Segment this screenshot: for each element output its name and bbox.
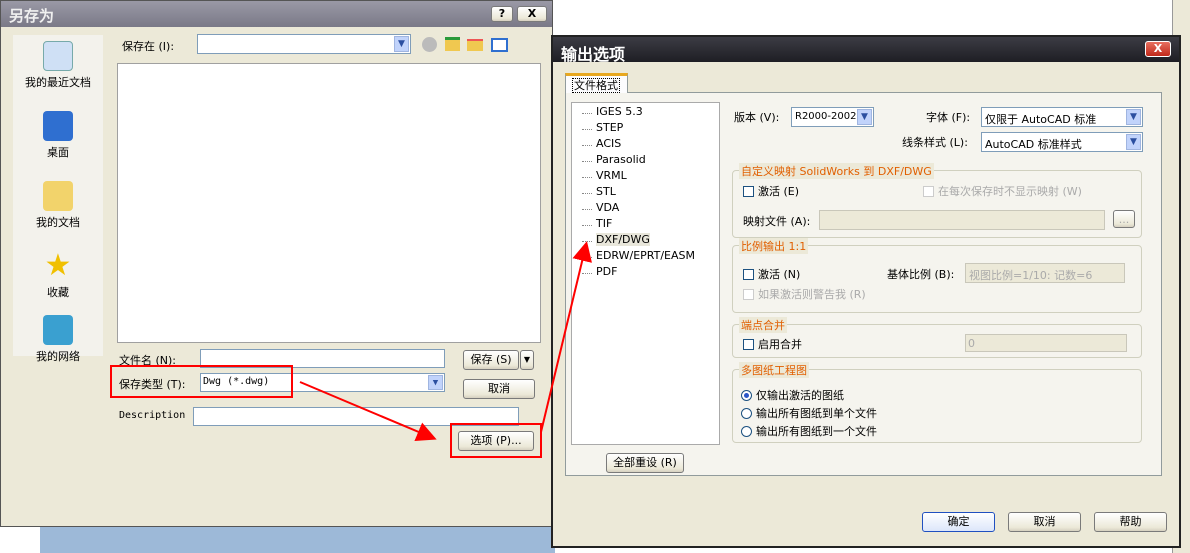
mapping-file-label: 映射文件 (A):: [743, 215, 811, 228]
cancel-button[interactable]: 取消: [1008, 512, 1081, 532]
reset-all-button[interactable]: 全部重设 (R): [606, 453, 684, 473]
scale-group: 比例输出 1:1 激活 (N) 基体比例 (B): 视图比例=1/10: 记数=…: [732, 238, 1142, 313]
help-button[interactable]: ?: [491, 6, 513, 22]
chevron-down-icon: ▼: [1126, 109, 1141, 125]
back-icon[interactable]: [422, 37, 437, 52]
title-bar: 另存为: [1, 1, 552, 27]
place-favorites[interactable]: ★ 收藏: [13, 251, 103, 300]
filetype-select[interactable]: Dwg (*.dwg) ▼: [200, 373, 445, 392]
font-select[interactable]: 仅限于 AutoCAD 标准 ▼: [981, 107, 1143, 127]
save-button[interactable]: 保存 (S): [463, 350, 519, 370]
group-label: 多图纸工程图: [739, 362, 809, 378]
recent-docs-icon: [43, 41, 73, 71]
save-in-label: 保存在 (I):: [122, 40, 175, 53]
group-label: 比例输出 1:1: [739, 238, 809, 254]
save-dropdown-button[interactable]: ▼: [520, 350, 534, 370]
merge-group: 端点合并 启用合并 0: [732, 317, 1142, 358]
chevron-down-icon: ▼: [1126, 134, 1141, 150]
linestyle-select[interactable]: AutoCAD 标准样式 ▼: [981, 132, 1143, 152]
close-button[interactable]: X: [517, 6, 547, 22]
description-label: Description: [119, 410, 186, 421]
close-button[interactable]: X: [1145, 41, 1171, 57]
format-tree-item[interactable]: Parasolid: [572, 153, 719, 169]
multi-option-radio[interactable]: 输出所有图纸到一个文件: [741, 423, 877, 439]
cancel-button[interactable]: 取消: [463, 379, 535, 399]
tab-file-format[interactable]: 文件格式: [565, 73, 628, 93]
save-in-select[interactable]: ▼: [197, 34, 411, 54]
mapping-group: 自定义映射 SolidWorks 到 DXF/DWG 激活 (E) 在每次保存时…: [732, 163, 1142, 238]
mapping-file-select[interactable]: [819, 210, 1105, 230]
browse-button[interactable]: ...: [1113, 210, 1135, 228]
file-list[interactable]: [117, 63, 541, 343]
format-tree-item[interactable]: DXF/DWG: [572, 233, 719, 249]
description-input[interactable]: [193, 407, 519, 426]
place-recent[interactable]: 我的最近文档: [13, 41, 103, 90]
scale-warn-checkbox[interactable]: 如果激活则警告我 (R): [743, 286, 866, 302]
group-label: 端点合并: [739, 317, 787, 333]
base-scale-label: 基体比例 (B):: [887, 268, 955, 281]
merge-tolerance-input[interactable]: 0: [965, 334, 1127, 352]
multi-option-radio[interactable]: 仅输出激活的图纸: [741, 387, 844, 403]
places-bar: 我的最近文档 桌面 我的文档 ★ 收藏 我的网络: [13, 35, 103, 363]
place-my-documents[interactable]: 我的文档: [13, 181, 103, 230]
save-as-dialog: 另存为 ? X 我的最近文档 桌面 我的文档 ★ 收藏 我的网络 保存在 (I):…: [0, 0, 553, 527]
my-documents-icon: [43, 181, 73, 211]
options-button[interactable]: 选项 (P)...: [458, 431, 534, 451]
filename-input[interactable]: [200, 349, 445, 368]
font-label: 字体 (F):: [926, 111, 971, 124]
title-bar: 输出选项: [553, 37, 1179, 64]
background-canvas: [40, 527, 555, 553]
favorites-icon: ★: [44, 248, 72, 283]
format-tree-item[interactable]: PDF: [572, 265, 719, 281]
format-tree-item[interactable]: VDA: [572, 201, 719, 217]
new-folder-icon[interactable]: [467, 39, 483, 51]
filename-label: 文件名 (N):: [119, 354, 177, 367]
format-tree-item[interactable]: TIF: [572, 217, 719, 233]
merge-enable-checkbox[interactable]: 启用合并: [743, 336, 802, 352]
mapping-activate-checkbox[interactable]: 激活 (E): [743, 183, 799, 199]
up-folder-icon[interactable]: [445, 37, 460, 51]
format-tree-item[interactable]: VRML: [572, 169, 719, 185]
filetype-label: 保存类型 (T):: [119, 378, 186, 391]
tab-panel: IGES 5.3 STEP ACIS Parasolid VRML STL VDA TIF DX…: [565, 92, 1162, 476]
chevron-down-icon: ▼: [428, 375, 443, 390]
chevron-down-icon: ▼: [857, 109, 872, 125]
scale-activate-checkbox[interactable]: 激活 (N): [743, 266, 800, 282]
multi-sheet-group: 多图纸工程图 仅输出激活的图纸 输出所有图纸到单个文件 输出所有图纸到一个文件: [732, 362, 1142, 443]
group-label: 自定义映射 SolidWorks 到 DXF/DWG: [739, 163, 934, 179]
dialog-title: 输出选项: [561, 45, 626, 64]
format-tree-item[interactable]: ACIS: [572, 137, 719, 153]
format-tree-item[interactable]: STEP: [572, 121, 719, 137]
view-menu-icon[interactable]: [491, 38, 508, 52]
place-desktop[interactable]: 桌面: [13, 111, 103, 160]
format-tree-item[interactable]: IGES 5.3: [572, 105, 719, 121]
output-options-dialog: 输出选项 X 文件格式 IGES 5.3 STEP ACIS Parasolid VRM…: [551, 35, 1181, 548]
format-tree-item[interactable]: STL: [572, 185, 719, 201]
help-button[interactable]: 帮助: [1094, 512, 1167, 532]
network-icon: [43, 315, 73, 345]
chevron-down-icon: ▼: [394, 36, 409, 52]
linestyle-label: 线条样式 (L):: [902, 136, 968, 149]
version-label: 版本 (V):: [734, 111, 780, 124]
mapping-noshow-checkbox[interactable]: 在每次保存时不显示映射 (W): [923, 183, 1082, 199]
desktop-icon: [43, 111, 73, 141]
format-tree-item[interactable]: EDRW/EPRT/EASM: [572, 249, 719, 265]
dialog-title: 另存为: [9, 7, 55, 25]
format-tree[interactable]: IGES 5.3 STEP ACIS Parasolid VRML STL VDA TIF DX…: [571, 102, 720, 445]
version-select[interactable]: R2000-2002 ▼: [791, 107, 874, 127]
base-scale-select[interactable]: 视图比例=1/10: 记数=6: [965, 263, 1125, 283]
multi-option-radio[interactable]: 输出所有图纸到单个文件: [741, 405, 877, 421]
ok-button[interactable]: 确定: [922, 512, 995, 532]
place-network[interactable]: 我的网络: [13, 315, 103, 364]
